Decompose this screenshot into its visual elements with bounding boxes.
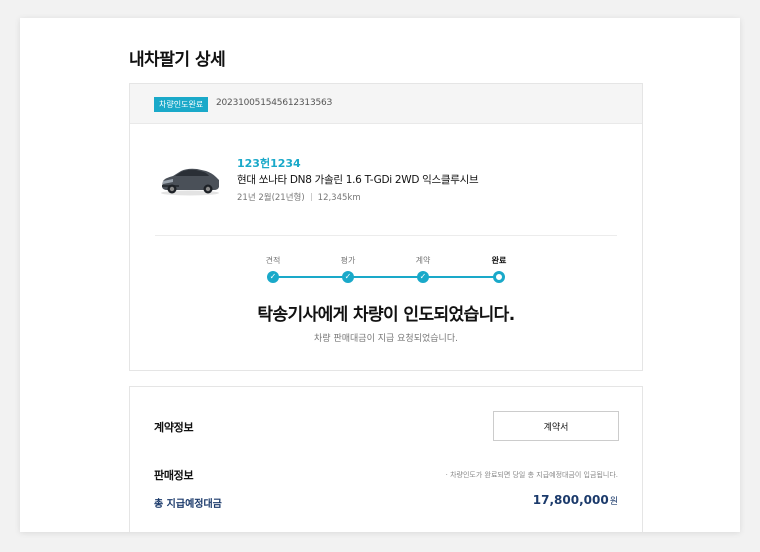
total-amount: 17,800,000원 xyxy=(533,493,618,507)
detail-card: 내차팔기 상세 차량인도완료 20231005154561231356З 123… xyxy=(20,18,740,532)
step-contract: 계약 ✓ xyxy=(403,254,443,283)
section-divider xyxy=(155,235,617,236)
step-evaluation: 평가 ✓ xyxy=(328,254,368,283)
car-plate-number: 123헌1234 xyxy=(237,157,301,170)
status-headline: 탁송기사에게 차량이 인도되었습니다. xyxy=(257,305,515,325)
current-step-icon xyxy=(493,271,505,283)
progress-stepper: 견적 ✓ 평가 ✓ 계약 ✓ 완료 xyxy=(130,254,642,294)
status-badge: 차량인도완료 xyxy=(154,97,209,112)
step-label: 완료 xyxy=(491,256,507,265)
progress-line xyxy=(273,276,499,278)
info-panel: 계약정보 계약서 판매정보 · 차량인도가 완료되면 당일 총 지급예정대금이 … xyxy=(129,386,643,532)
step-label: 평가 xyxy=(340,256,356,265)
total-amount-unit: 원 xyxy=(609,497,618,507)
status-subline: 차량 판매대금이 지급 요청되었습니다. xyxy=(314,334,458,344)
check-icon: ✓ xyxy=(267,271,279,283)
step-label: 계약 xyxy=(415,256,431,265)
check-icon: ✓ xyxy=(417,271,429,283)
car-thumbnail-icon xyxy=(161,168,219,196)
sale-notice: · 차량인도가 완료되면 당일 총 지급예정대금이 입금됩니다. xyxy=(445,471,618,479)
sale-info-title: 판매정보 xyxy=(154,469,194,482)
total-amount-label: 총 지급예정대금 xyxy=(154,499,222,510)
contract-info-title: 계약정보 xyxy=(154,421,194,434)
car-meta: 21년 2월(21년형) 12,345km xyxy=(237,191,361,203)
order-number: 20231005154561231356З xyxy=(216,98,333,108)
meta-divider xyxy=(310,193,312,201)
contract-document-button[interactable]: 계약서 xyxy=(493,411,619,441)
step-label: 견적 xyxy=(265,256,281,265)
order-header: 차량인도완료 20231005154561231356З xyxy=(130,84,642,124)
car-registration: 21년 2월(21년형) xyxy=(237,193,305,203)
step-estimate: 견적 ✓ xyxy=(253,254,293,283)
car-mileage: 12,345km xyxy=(317,193,361,203)
order-detail-panel: 차량인도완료 20231005154561231356З 123헌1234 현대… xyxy=(129,83,643,371)
check-icon: ✓ xyxy=(342,271,354,283)
page-title: 내차팔기 상세 xyxy=(129,50,226,70)
car-model-name: 현대 쏘나타 DN8 가솔린 1.6 T-GDi 2WD 익스클루시브 xyxy=(237,174,479,186)
total-amount-value: 17,800,000 xyxy=(532,493,609,507)
step-complete: 완료 xyxy=(479,254,519,283)
